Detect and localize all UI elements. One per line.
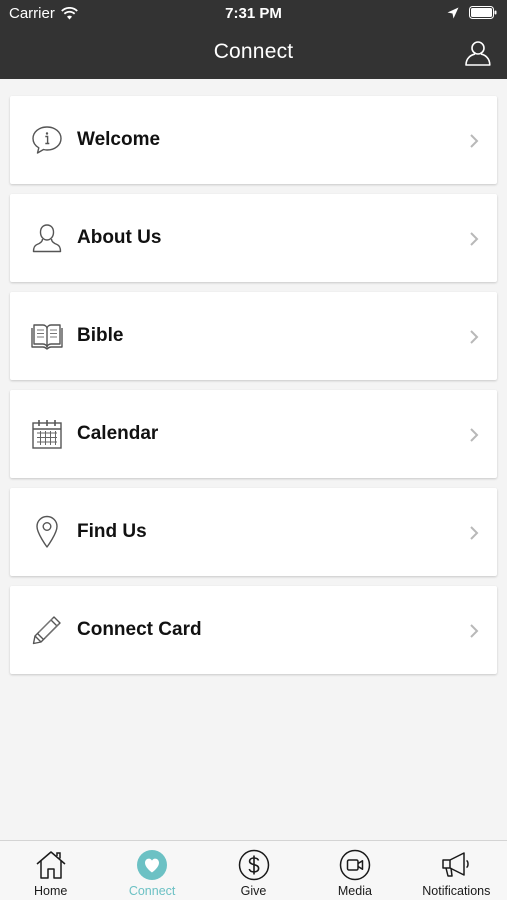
- menu-list: Welcome About Us Bible Calendar Find Us …: [10, 96, 497, 684]
- tab-bar: Home Connect Give Media Notifications: [0, 840, 507, 900]
- menu-item-calendar[interactable]: Calendar: [10, 390, 497, 478]
- tab-label: Home: [34, 884, 68, 898]
- tab-label: Notifications: [422, 884, 491, 898]
- status-time: 7:31 PM: [225, 5, 282, 22]
- menu-item-welcome[interactable]: Welcome: [10, 96, 497, 184]
- dollar-icon: [238, 849, 270, 881]
- menu-item-label: Find Us: [77, 521, 147, 542]
- menu-item-bible[interactable]: Bible: [10, 292, 497, 380]
- app-header: Carrier 7:31 PM Connect: [0, 0, 507, 79]
- heart-icon: [136, 849, 168, 881]
- location-arrow-icon: [447, 7, 459, 18]
- tab-label: Connect: [128, 884, 176, 898]
- person-icon: [30, 221, 64, 255]
- home-icon: [35, 849, 67, 881]
- tab-label: Media: [337, 884, 372, 898]
- tab-home[interactable]: Home: [0, 841, 101, 900]
- profile-button[interactable]: [463, 38, 493, 68]
- tab-label: Give: [240, 884, 267, 898]
- tab-notifications[interactable]: Notifications: [406, 841, 507, 900]
- menu-item-find-us[interactable]: Find Us: [10, 488, 497, 576]
- chevron-right-icon: [470, 624, 479, 638]
- tab-give[interactable]: Give: [203, 841, 304, 900]
- chevron-right-icon: [470, 330, 479, 344]
- pencil-icon: [30, 613, 64, 647]
- menu-item-label: About Us: [77, 227, 162, 248]
- video-icon: [339, 849, 371, 881]
- chevron-right-icon: [470, 232, 479, 246]
- menu-item-label: Connect Card: [77, 619, 202, 640]
- open-book-icon: [30, 319, 64, 353]
- battery-icon: [469, 6, 497, 19]
- menu-item-label: Calendar: [77, 423, 159, 444]
- megaphone-icon: [440, 849, 472, 881]
- info-bubble-icon: [30, 123, 64, 157]
- menu-item-label: Welcome: [77, 129, 161, 150]
- calendar-icon: [30, 417, 64, 451]
- tab-media[interactable]: Media: [304, 841, 405, 900]
- menu-item-label: Bible: [77, 325, 124, 346]
- person-outline-icon: [465, 41, 491, 66]
- chevron-right-icon: [470, 134, 479, 148]
- menu-item-connect-card[interactable]: Connect Card: [10, 586, 497, 674]
- page-title: Connect: [213, 40, 294, 63]
- chevron-right-icon: [470, 428, 479, 442]
- chevron-right-icon: [470, 526, 479, 540]
- tab-connect[interactable]: Connect: [101, 841, 202, 900]
- status-bar: Carrier 7:31 PM: [0, 0, 507, 28]
- map-pin-icon: [30, 515, 64, 549]
- menu-item-about-us[interactable]: About Us: [10, 194, 497, 282]
- status-indicators: [447, 6, 497, 19]
